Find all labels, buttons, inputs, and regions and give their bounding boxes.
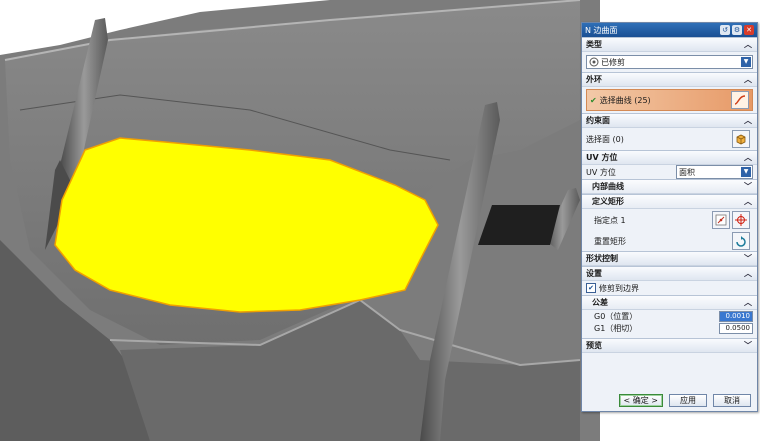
g0-label: G0（位置） [594,311,638,321]
chevron-up-icon[interactable]: ︿ [743,74,753,85]
chevron-up-icon[interactable]: ︿ [743,297,753,308]
section-type-label: 类型 [586,40,602,49]
g0-row: G0（位置） 0.0010 [582,310,757,322]
section-outer-loop-label: 外环 [586,75,602,84]
cube-face-icon[interactable] [732,130,750,148]
trim-to-boundary-label: 修剪到边界 [599,283,639,293]
select-face-row[interactable]: 选择面 (0) [582,128,757,150]
gear-icon[interactable]: ⚙ [732,25,742,35]
uv-orientation-row: UV 方位 面积 ▼ [582,165,757,179]
chevron-down-icon[interactable]: ▼ [741,57,751,67]
apply-button[interactable]: 应用 [669,394,707,407]
section-settings-label: 设置 [586,269,602,278]
dialog-titlebar[interactable]: N 边曲面 ↺ ⚙ ✕ [582,23,757,37]
select-curve-row[interactable]: ✔ 选择曲线 (25) [586,89,753,111]
section-preview-label: 预览 [586,341,602,350]
curve-select-icon[interactable] [731,91,749,109]
ok-button[interactable]: < 确定 > [618,394,663,407]
slot-opening [478,205,560,245]
chevron-up-icon[interactable]: ︿ [743,196,753,207]
chevron-up-icon[interactable]: ︿ [743,152,753,163]
section-type-header[interactable]: 类型 ︿ [582,37,757,52]
section-outer-loop-header[interactable]: 外环 ︿ [582,72,757,87]
g1-row: G1（相切） 0.0500 [582,322,757,334]
trimmed-surface-icon [589,57,599,67]
section-preview-header[interactable]: 预览 ﹀ [582,338,757,353]
section-uv-orientation-label: UV 方位 [586,153,618,162]
point-constructor-icon[interactable] [712,211,730,229]
dialog-button-bar: < 确定 > 应用 取消 [582,394,757,407]
section-shape-control-header[interactable]: 形状控制 ﹀ [582,251,757,266]
inner-curves-header[interactable]: 内部曲线 ﹀ [582,179,757,194]
section-constraint-face-header[interactable]: 约束面 ︿ [582,113,757,128]
chevron-down-icon[interactable]: ▼ [741,167,751,177]
section-constraint-face-label: 约束面 [586,116,610,125]
chevron-down-icon[interactable]: ﹀ [743,340,753,351]
g1-input[interactable]: 0.0500 [719,322,753,334]
section-uv-orientation-header[interactable]: UV 方位 ︿ [582,150,757,165]
crosshair-icon[interactable] [732,211,750,229]
close-icon[interactable]: ✕ [744,25,754,35]
tolerance-label: 公差 [592,298,608,307]
section-shape-control-label: 形状控制 [586,254,618,263]
inner-curves-label: 内部曲线 [592,182,624,191]
chevron-down-icon[interactable]: ﹀ [743,181,753,192]
trim-to-boundary-row[interactable]: ✔ 修剪到边界 [582,281,757,295]
g0-input[interactable]: 0.0010 [719,310,753,322]
define-rect-label: 定义矩形 [592,197,624,206]
dialog-title: N 边曲面 [585,25,618,35]
uv-orientation-dropdown[interactable]: 面积 ▼ [676,165,753,179]
n-sided-surface-dialog: N 边曲面 ↺ ⚙ ✕ 类型 ︿ 已修剪 ▼ 外环 ︿ ✔ 选择曲线 (25) … [581,22,758,412]
specify-point-row: 指定点 1 [582,209,757,231]
reset-icon[interactable]: ↺ [720,25,730,35]
tolerance-header[interactable]: 公差 ︿ [582,295,757,310]
select-curve-label: 选择曲线 (25) [599,95,651,105]
reset-rectangle-icon[interactable] [732,232,750,250]
type-row: 已修剪 ▼ [582,52,757,72]
cancel-button[interactable]: 取消 [713,394,751,407]
checkmark-icon: ✔ [590,95,597,105]
reset-rect-label: 重置矩形 [594,236,626,246]
chevron-up-icon[interactable]: ︿ [743,39,753,50]
trim-to-boundary-checkbox[interactable]: ✔ [586,283,596,293]
define-rect-header[interactable]: 定义矩形 ︿ [582,194,757,209]
type-dropdown[interactable]: 已修剪 ▼ [586,55,753,69]
uv-orientation-label: UV 方位 [586,167,616,177]
select-face-label: 选择面 (0) [586,134,624,144]
chevron-up-icon[interactable]: ︿ [743,115,753,126]
chevron-up-icon[interactable]: ︿ [743,268,753,279]
reset-rect-row: 重置矩形 [582,231,757,251]
type-value: 已修剪 [601,57,625,67]
uv-orientation-value: 面积 [679,167,695,177]
specify-point-label: 指定点 1 [594,215,626,225]
g1-label: G1（相切） [594,323,638,333]
chevron-down-icon[interactable]: ﹀ [743,253,753,264]
section-settings-header[interactable]: 设置 ︿ [582,266,757,281]
